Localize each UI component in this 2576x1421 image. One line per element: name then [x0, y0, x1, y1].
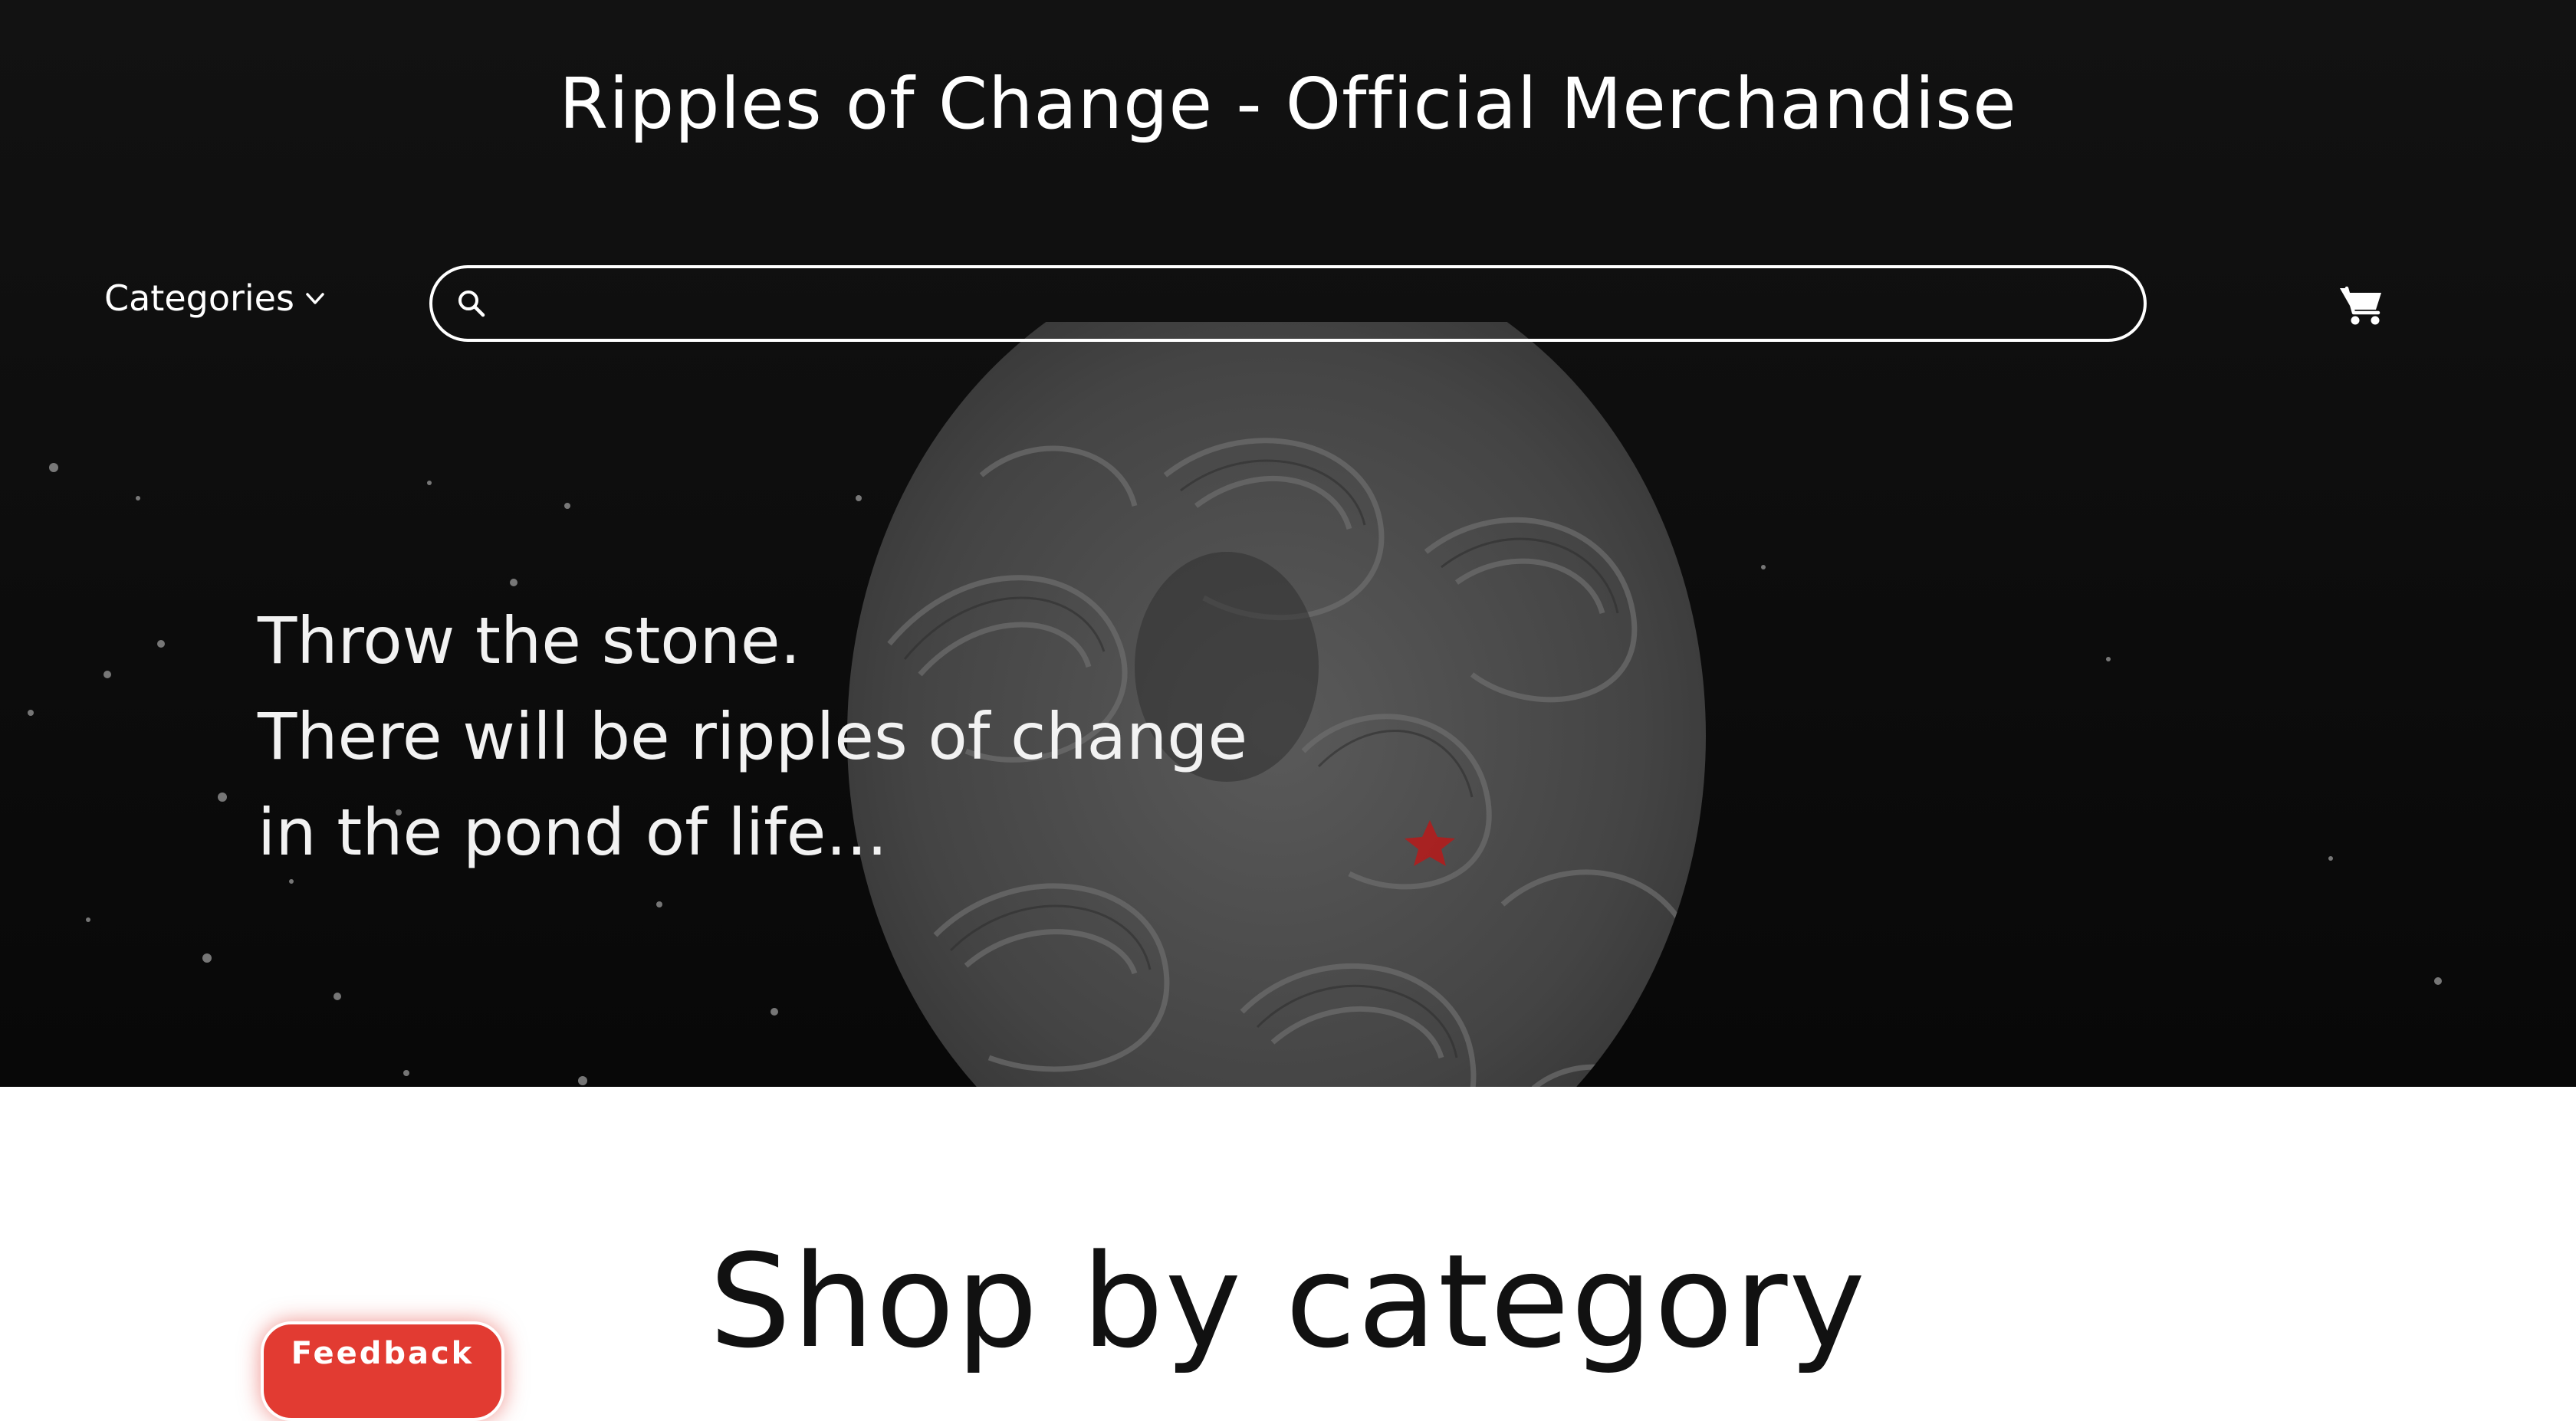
tagline-line: Throw the stone. — [258, 603, 801, 678]
search-icon — [458, 290, 485, 317]
hero-banner: Ripples of Change - Official Merchandise… — [0, 0, 2576, 1087]
search-bar[interactable] — [429, 265, 2147, 342]
cart-icon[interactable] — [2338, 284, 2384, 327]
hero-tagline: Throw the stone. There will be ripples o… — [258, 593, 1247, 881]
chevron-down-icon — [306, 293, 324, 304]
categories-label: Categories — [104, 277, 294, 319]
categories-dropdown[interactable]: Categories — [104, 277, 327, 319]
feedback-button[interactable]: Feedback — [261, 1321, 504, 1421]
tagline-line: There will be ripples of change — [258, 699, 1248, 774]
site-title: Ripples of Change - Official Merchandise — [559, 63, 2017, 145]
tagline-line: in the pond of life... — [258, 795, 888, 870]
search-input[interactable] — [501, 273, 2144, 334]
